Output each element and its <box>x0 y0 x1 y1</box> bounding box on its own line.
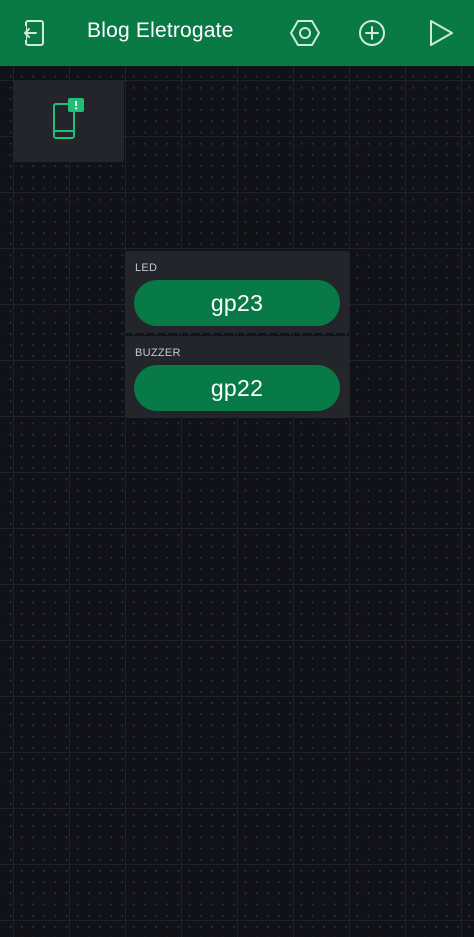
play-icon[interactable] <box>420 13 460 53</box>
page-title: Blog Eletrogate <box>87 19 234 42</box>
led-button-widget[interactable]: LED gp23 <box>125 251 349 333</box>
led-button[interactable]: gp23 <box>134 280 340 326</box>
hexagon-settings-icon[interactable] <box>285 13 325 53</box>
widget-canvas[interactable] <box>0 66 474 937</box>
buzzer-button[interactable]: gp22 <box>134 365 340 411</box>
top-bar: Blog Eletrogate <box>0 0 474 66</box>
widget-label: LED <box>135 262 158 274</box>
widget-label: BUZZER <box>135 347 181 359</box>
device-notification-icon <box>52 98 84 139</box>
app-root: Blog Eletrogate LED gp23 BUZZER gp22 <box>0 0 474 937</box>
exit-project-icon[interactable] <box>14 13 54 53</box>
plus-circle-icon[interactable] <box>352 13 392 53</box>
device-tile[interactable] <box>13 80 124 162</box>
buzzer-button-widget[interactable]: BUZZER gp22 <box>125 336 349 418</box>
